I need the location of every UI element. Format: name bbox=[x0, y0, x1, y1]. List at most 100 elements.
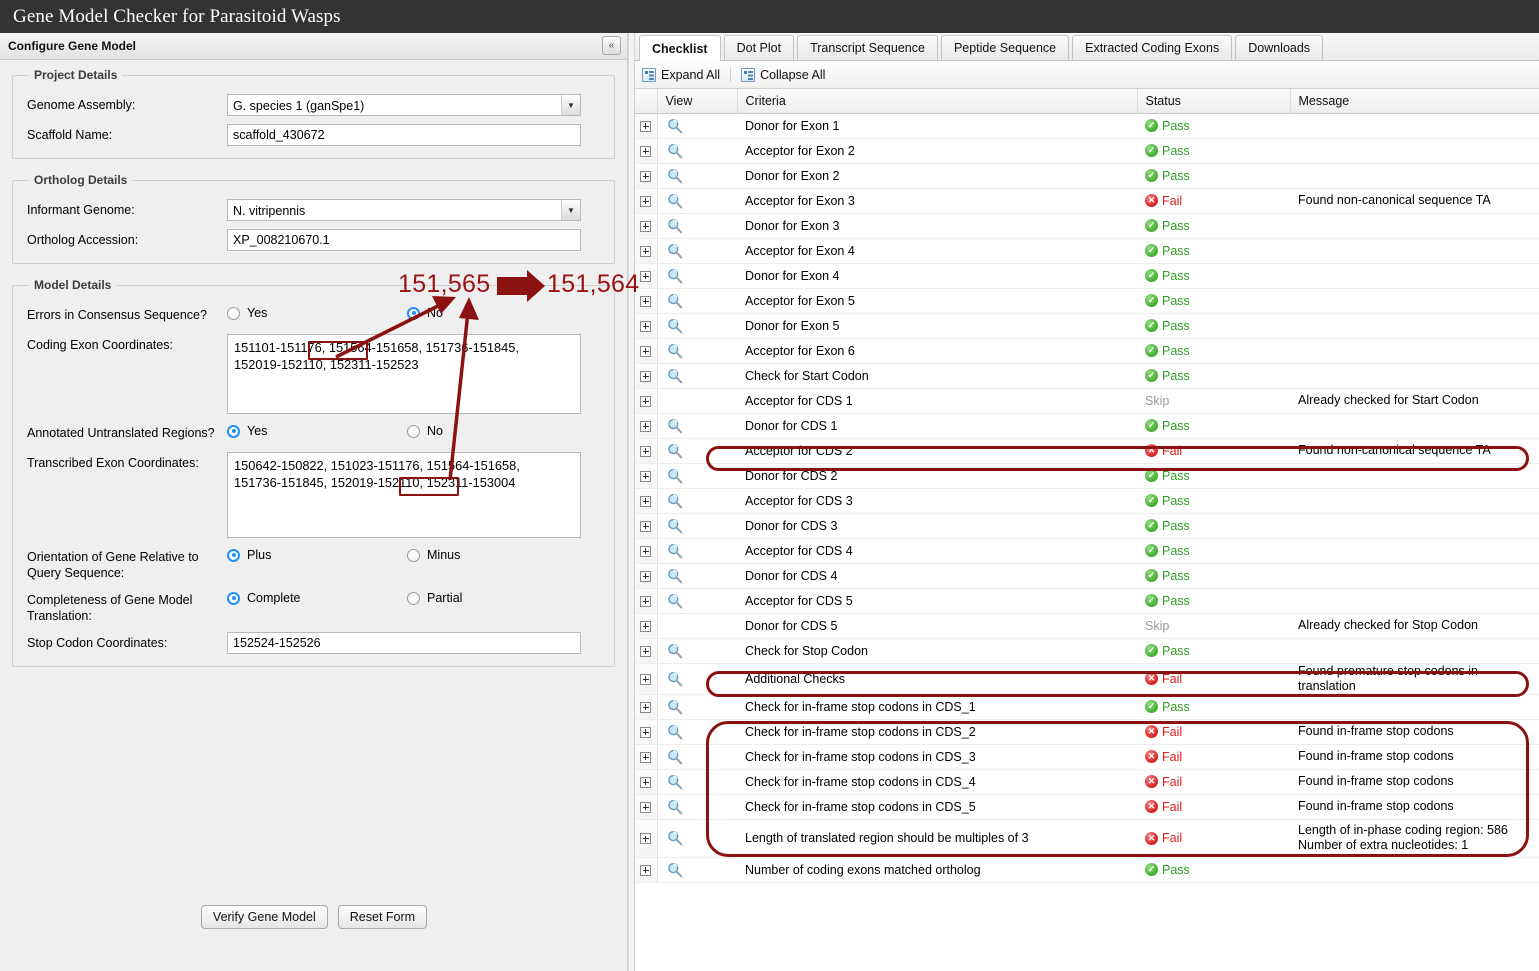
utr-no-radio[interactable]: No bbox=[407, 424, 587, 438]
row-expander-cell[interactable] bbox=[635, 513, 658, 539]
row-view-cell[interactable] bbox=[657, 694, 737, 720]
row-view-cell[interactable] bbox=[657, 188, 737, 214]
plus-expand-icon[interactable] bbox=[640, 645, 652, 657]
table-row[interactable]: Donor for CDS 2 ✓ Pass bbox=[635, 463, 1539, 489]
magnifier-glass-icon[interactable] bbox=[667, 862, 683, 878]
utr-yes-radio[interactable]: Yes bbox=[227, 424, 407, 438]
magnifier-glass-icon[interactable] bbox=[667, 218, 683, 234]
plus-expand-icon[interactable] bbox=[640, 295, 652, 307]
table-row[interactable]: Check for in-frame stop codons in CDS_5 ✕… bbox=[635, 794, 1539, 820]
completeness-partial-radio[interactable]: Partial bbox=[407, 591, 587, 605]
plus-expand-icon[interactable] bbox=[640, 345, 652, 357]
plus-expand-icon[interactable] bbox=[640, 195, 652, 207]
expand-all-button[interactable]: Expand All bbox=[642, 67, 720, 82]
row-expander-cell[interactable] bbox=[635, 563, 658, 589]
plus-expand-icon[interactable] bbox=[640, 776, 652, 788]
row-expander-cell[interactable] bbox=[635, 188, 658, 214]
plus-expand-icon[interactable] bbox=[640, 370, 652, 382]
row-expander-cell[interactable] bbox=[635, 213, 658, 239]
row-expander-cell[interactable] bbox=[635, 638, 658, 664]
magnifier-glass-icon[interactable] bbox=[667, 799, 683, 815]
row-view-cell[interactable] bbox=[657, 488, 737, 514]
magnifier-glass-icon[interactable] bbox=[667, 724, 683, 740]
plus-expand-icon[interactable] bbox=[640, 495, 652, 507]
row-view-cell[interactable] bbox=[657, 238, 737, 264]
ortholog-accession-input[interactable] bbox=[227, 229, 581, 251]
row-expander-cell[interactable] bbox=[635, 663, 658, 695]
row-expander-cell[interactable] bbox=[635, 588, 658, 614]
plus-expand-icon[interactable] bbox=[640, 270, 652, 282]
tab-transcript-sequence[interactable]: Transcript Sequence bbox=[797, 35, 938, 60]
magnifier-glass-icon[interactable] bbox=[667, 671, 683, 687]
column-header-message[interactable]: Message bbox=[1290, 89, 1539, 114]
row-view-cell[interactable] bbox=[657, 463, 737, 489]
magnifier-glass-icon[interactable] bbox=[667, 699, 683, 715]
double-chevron-left-icon[interactable]: « bbox=[602, 36, 621, 55]
plus-expand-icon[interactable] bbox=[640, 170, 652, 182]
table-row[interactable]: Acceptor for Exon 3 ✕ Fail Found non-canoni… bbox=[635, 188, 1539, 214]
row-expander-cell[interactable] bbox=[635, 113, 658, 139]
magnifier-glass-icon[interactable] bbox=[667, 774, 683, 790]
plus-expand-icon[interactable] bbox=[640, 701, 652, 713]
magnifier-glass-icon[interactable] bbox=[667, 243, 683, 259]
row-expander-cell[interactable] bbox=[635, 438, 658, 464]
plus-expand-icon[interactable] bbox=[640, 445, 652, 457]
chevron-down-icon[interactable]: ▼ bbox=[561, 95, 580, 115]
row-expander-cell[interactable] bbox=[635, 263, 658, 289]
magnifier-glass-icon[interactable] bbox=[667, 593, 683, 609]
row-view-cell[interactable] bbox=[657, 719, 737, 745]
table-row[interactable]: Donor for CDS 1 ✓ Pass bbox=[635, 413, 1539, 439]
table-row[interactable]: Acceptor for CDS 1 Skip Already checked fo… bbox=[635, 388, 1539, 414]
table-row[interactable]: Number of coding exons matched ortholog ✓… bbox=[635, 857, 1539, 883]
magnifier-glass-icon[interactable] bbox=[667, 830, 683, 846]
plus-expand-icon[interactable] bbox=[640, 395, 652, 407]
table-row[interactable]: Check for Stop Codon ✓ Pass bbox=[635, 638, 1539, 664]
row-expander-cell[interactable] bbox=[635, 694, 658, 720]
row-expander-cell[interactable] bbox=[635, 769, 658, 795]
row-expander-cell[interactable] bbox=[635, 288, 658, 314]
table-row[interactable]: Acceptor for Exon 5 ✓ Pass bbox=[635, 288, 1539, 314]
orientation-minus-radio[interactable]: Minus bbox=[407, 548, 587, 562]
magnifier-glass-icon[interactable] bbox=[667, 418, 683, 434]
plus-expand-icon[interactable] bbox=[640, 520, 652, 532]
plus-expand-icon[interactable] bbox=[640, 245, 652, 257]
row-view-cell[interactable] bbox=[657, 338, 737, 364]
table-row[interactable]: Donor for CDS 3 ✓ Pass bbox=[635, 513, 1539, 539]
orientation-plus-radio[interactable]: Plus bbox=[227, 548, 407, 562]
transcribed-exon-textarea[interactable]: 150642-150822, 151023-151176, 151564-151… bbox=[227, 452, 581, 538]
table-row[interactable]: Acceptor for CDS 2 ✕ Fail Found non-canonic… bbox=[635, 438, 1539, 464]
row-expander-cell[interactable] bbox=[635, 819, 658, 858]
plus-expand-icon[interactable] bbox=[640, 220, 652, 232]
tab-dot-plot[interactable]: Dot Plot bbox=[723, 35, 795, 60]
row-expander-cell[interactable] bbox=[635, 413, 658, 439]
verify-gene-model-button[interactable]: Verify Gene Model bbox=[200, 905, 328, 929]
plus-expand-icon[interactable] bbox=[640, 145, 652, 157]
row-view-cell[interactable] bbox=[657, 413, 737, 439]
magnifier-glass-icon[interactable] bbox=[667, 268, 683, 284]
plus-expand-icon[interactable] bbox=[640, 751, 652, 763]
magnifier-glass-icon[interactable] bbox=[667, 168, 683, 184]
row-expander-cell[interactable] bbox=[635, 463, 658, 489]
genome-assembly-select[interactable]: G. species 1 (ganSpe1) ▼ bbox=[227, 94, 581, 116]
table-row[interactable]: Donor for Exon 1 ✓ Pass bbox=[635, 113, 1539, 139]
magnifier-glass-icon[interactable] bbox=[667, 293, 683, 309]
row-view-cell[interactable] bbox=[657, 163, 737, 189]
tab-extracted-coding-exons[interactable]: Extracted Coding Exons bbox=[1072, 35, 1233, 60]
plus-expand-icon[interactable] bbox=[640, 570, 652, 582]
magnifier-glass-icon[interactable] bbox=[667, 568, 683, 584]
row-view-cell[interactable] bbox=[657, 563, 737, 589]
table-row[interactable]: Length of translated region should be mu… bbox=[635, 819, 1539, 858]
magnifier-glass-icon[interactable] bbox=[667, 143, 683, 159]
row-expander-cell[interactable] bbox=[635, 388, 658, 414]
errors-no-radio[interactable]: No bbox=[407, 306, 587, 320]
table-row[interactable]: Acceptor for Exon 2 ✓ Pass bbox=[635, 138, 1539, 164]
tab-downloads[interactable]: Downloads bbox=[1235, 35, 1324, 60]
magnifier-glass-icon[interactable] bbox=[667, 749, 683, 765]
row-view-cell[interactable] bbox=[657, 513, 737, 539]
magnifier-glass-icon[interactable] bbox=[667, 368, 683, 384]
table-row[interactable]: Donor for Exon 2 ✓ Pass bbox=[635, 163, 1539, 189]
column-header-view[interactable]: View bbox=[657, 89, 738, 114]
row-view-cell[interactable] bbox=[657, 288, 737, 314]
reset-form-button[interactable]: Reset Form bbox=[337, 905, 428, 929]
plus-expand-icon[interactable] bbox=[640, 420, 652, 432]
